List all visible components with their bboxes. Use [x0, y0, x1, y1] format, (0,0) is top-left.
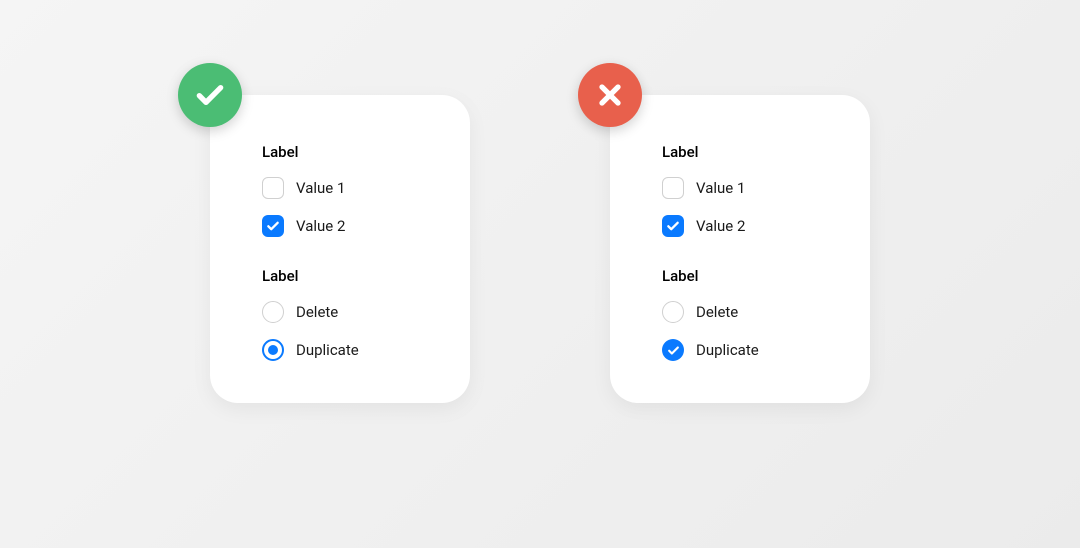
- comparison-container: Label Value 1 Value 2 Label: [0, 0, 1080, 548]
- radio-option-duplicate[interactable]: Duplicate: [262, 339, 418, 361]
- checkbox-option-value1[interactable]: Value 1: [262, 177, 418, 199]
- checkbox-unchecked-icon: [262, 177, 284, 199]
- checkbox-unchecked-icon: [662, 177, 684, 199]
- radio-option-delete[interactable]: Delete: [662, 301, 818, 323]
- checkbox-group: Label Value 1 Value 2: [662, 143, 818, 237]
- option-label: Value 1: [696, 179, 745, 197]
- checkbox-group: Label Value 1 Value 2: [262, 143, 418, 237]
- radio-group: Label Delete Duplicate: [262, 267, 418, 361]
- cross-icon: [594, 79, 626, 111]
- radio-styled-as-check-icon: [662, 339, 684, 361]
- group-label: Label: [662, 267, 818, 285]
- bad-example: Label Value 1 Value 2 Label: [610, 95, 870, 403]
- option-label: Value 1: [296, 179, 345, 197]
- good-example: Label Value 1 Value 2 Label: [210, 95, 470, 403]
- radio-checked-icon: [262, 339, 284, 361]
- option-label: Value 2: [696, 217, 745, 235]
- radio-group: Label Delete Duplicate: [662, 267, 818, 361]
- option-label: Delete: [696, 303, 738, 321]
- option-label: Value 2: [296, 217, 345, 235]
- checkbox-checked-icon: [662, 215, 684, 237]
- check-icon: [194, 79, 226, 111]
- radio-option-delete[interactable]: Delete: [262, 301, 418, 323]
- radio-unchecked-icon: [662, 301, 684, 323]
- option-label: Delete: [296, 303, 338, 321]
- group-label: Label: [262, 143, 418, 161]
- check-badge: [178, 63, 242, 127]
- option-label: Duplicate: [296, 341, 359, 359]
- checkbox-option-value1[interactable]: Value 1: [662, 177, 818, 199]
- checkbox-checked-icon: [262, 215, 284, 237]
- good-card: Label Value 1 Value 2 Label: [210, 95, 470, 403]
- checkbox-option-value2[interactable]: Value 2: [662, 215, 818, 237]
- checkbox-option-value2[interactable]: Value 2: [262, 215, 418, 237]
- radio-unchecked-icon: [262, 301, 284, 323]
- cross-badge: [578, 63, 642, 127]
- option-label: Duplicate: [696, 341, 759, 359]
- group-label: Label: [662, 143, 818, 161]
- group-label: Label: [262, 267, 418, 285]
- radio-option-duplicate[interactable]: Duplicate: [662, 339, 818, 361]
- bad-card: Label Value 1 Value 2 Label: [610, 95, 870, 403]
